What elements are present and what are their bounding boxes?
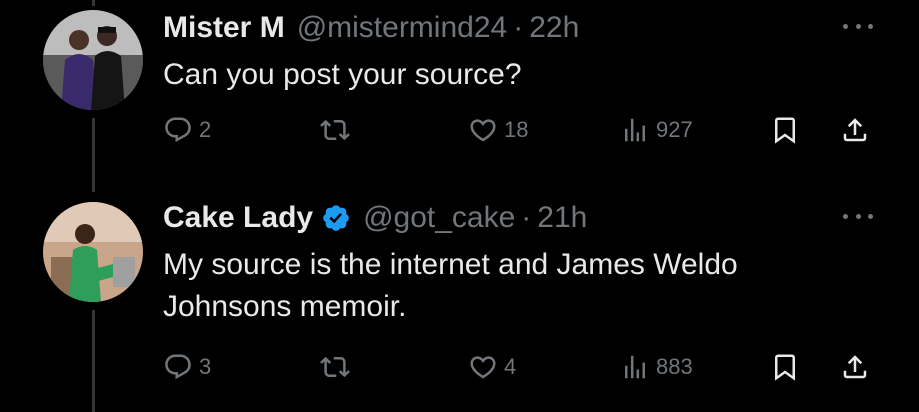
handle[interactable]: @mistermind24	[297, 11, 508, 45]
tweet-header: Cake Lady @got_cake · 21h	[163, 200, 587, 236]
like-button[interactable]: 18	[468, 115, 528, 145]
avatar[interactable]	[43, 202, 143, 302]
separator-dot: ·	[521, 201, 532, 234]
reply-button[interactable]: 2	[163, 115, 211, 145]
tweet-cake-lady[interactable]: Cake Lady @got_cake · 21h My source is t…	[0, 192, 919, 412]
reply-button[interactable]: 3	[163, 352, 211, 382]
display-name[interactable]: Cake Lady	[163, 201, 313, 235]
bookmark-button[interactable]	[770, 352, 800, 382]
share-icon	[843, 118, 867, 142]
views-count: 883	[656, 354, 693, 379]
display-name[interactable]: Mister M	[163, 11, 285, 45]
more-icon[interactable]	[843, 206, 873, 226]
action-bar: 3 4 883	[0, 347, 919, 387]
separator-dot: ·	[513, 11, 524, 44]
repost-icon	[320, 356, 350, 378]
like-count: 4	[504, 354, 517, 379]
like-count: 18	[504, 117, 529, 142]
views-button[interactable]: 883	[620, 352, 693, 382]
like-button[interactable]: 4	[468, 352, 516, 382]
reply-icon	[165, 117, 191, 143]
verified-badge-icon	[323, 205, 349, 231]
timestamp[interactable]: 21h	[537, 201, 587, 235]
views-icon	[625, 355, 645, 379]
views-icon	[625, 118, 645, 142]
reply-icon	[165, 354, 191, 380]
tweet-header: Mister M @mistermind24 · 22h	[163, 10, 579, 46]
repost-icon	[320, 119, 350, 141]
reply-count: 2	[199, 117, 212, 142]
tweet-mister-m[interactable]: Mister M @mistermind24 · 22h Can you pos…	[0, 0, 919, 190]
repost-button[interactable]	[320, 352, 350, 382]
bookmark-button[interactable]	[770, 115, 800, 145]
bookmark-icon	[775, 354, 795, 381]
avatar[interactable]	[43, 10, 143, 110]
share-button[interactable]	[840, 115, 870, 145]
share-button[interactable]	[840, 352, 870, 382]
views-count: 927	[656, 117, 693, 142]
timestamp[interactable]: 22h	[529, 11, 579, 45]
views-button[interactable]: 927	[620, 115, 693, 145]
like-icon	[470, 119, 496, 142]
share-icon	[843, 355, 867, 379]
reply-count: 3	[199, 354, 212, 379]
bookmark-icon	[775, 117, 795, 144]
tweet-text: My source is the internet and James Weld…	[163, 248, 738, 323]
repost-button[interactable]	[320, 115, 350, 145]
more-icon[interactable]	[843, 16, 873, 36]
handle[interactable]: @got_cake	[363, 201, 515, 235]
action-bar: 2 18 927	[0, 110, 919, 150]
tweet-text: Can you post your source?	[163, 58, 522, 91]
like-icon	[470, 356, 496, 379]
